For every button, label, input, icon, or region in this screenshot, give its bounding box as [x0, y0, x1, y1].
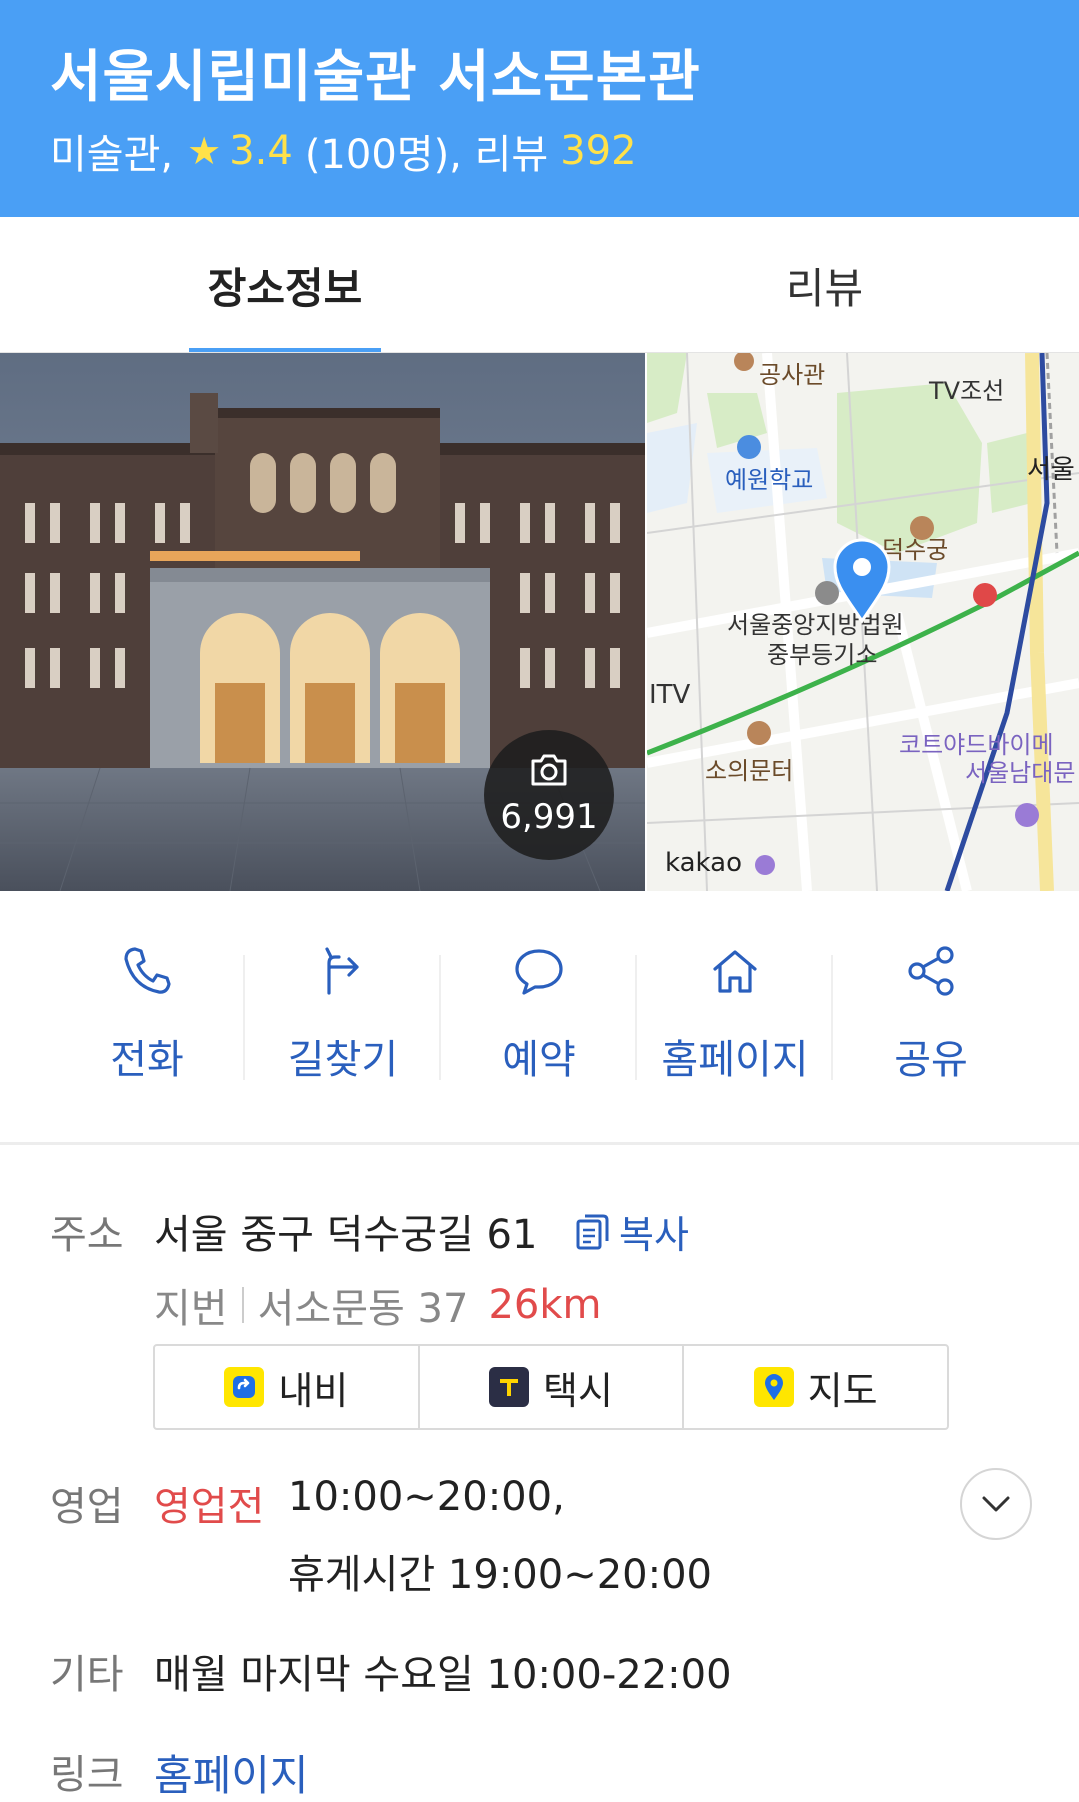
copy-address-button[interactable]: 복사 — [575, 1204, 689, 1259]
place-category: 미술관, — [50, 132, 174, 178]
hours-time: 10:00~20:00, — [288, 1474, 565, 1520]
call-label: 전화 — [110, 1037, 184, 1083]
share-button[interactable]: 공유 — [833, 941, 1029, 1101]
jibun-row: 지번 서소문동 37 26km — [154, 1276, 601, 1334]
map-pin-icon — [753, 1367, 794, 1407]
svg-text:예원학교: 예원학교 — [725, 466, 813, 494]
action-divider — [831, 955, 833, 1080]
svg-text:ITV: ITV — [649, 680, 691, 710]
chevron-down-icon — [982, 1496, 1010, 1512]
action-bar: 전화 길찾기 예약 홈페이지 공유 — [0, 891, 1079, 1143]
star-icon: ★ — [187, 129, 222, 173]
directions-label: 길찾기 — [287, 1037, 399, 1083]
svg-text:kakao: kakao — [665, 848, 742, 878]
address-label: 주소 — [50, 1212, 124, 1258]
chat-bubble-icon — [509, 941, 569, 1001]
action-divider — [243, 955, 245, 1080]
map-label: 지도 — [807, 1368, 878, 1413]
camera-icon — [531, 754, 567, 786]
svg-text:서울남대문: 서울남대문 — [965, 759, 1075, 787]
tab-bar: 장소정보 리뷰 — [0, 217, 1079, 353]
home-icon — [705, 941, 765, 1001]
share-icon — [901, 941, 961, 1001]
link-label: 링크 — [50, 1752, 124, 1798]
tab-place-info[interactable]: 장소정보 — [0, 217, 570, 353]
etc-text: 매월 마지막 수요일 10:00-22:00 — [154, 1652, 732, 1698]
hours-status: 영업전 — [154, 1484, 265, 1530]
place-photo[interactable]: 6,991 — [0, 353, 645, 891]
tab-reviews[interactable]: 리뷰 — [570, 217, 1079, 353]
svg-text:중부등기소: 중부등기소 — [767, 641, 877, 669]
section-divider — [0, 1142, 1079, 1145]
navi-label: 내비 — [278, 1368, 349, 1413]
directions-button[interactable]: 길찾기 — [245, 941, 441, 1101]
distance: 26km — [488, 1282, 602, 1328]
rating-count: (100명), 리뷰 — [304, 132, 549, 178]
homepage-label: 홈페이지 — [661, 1037, 809, 1083]
place-header: 서울시립미술관 서소문본관 미술관, ★ 3.4 (100명), 리뷰 392 — [0, 0, 1079, 217]
taxi-label: 택시 — [543, 1368, 613, 1413]
taxi-button[interactable]: 택시 — [420, 1346, 685, 1428]
reservation-label: 예약 — [502, 1037, 576, 1083]
svg-text:TV조선: TV조선 — [928, 377, 1004, 405]
directions-icon — [313, 941, 373, 1001]
review-count-link[interactable]: 392 — [560, 128, 636, 174]
action-divider — [635, 955, 637, 1080]
photo-count-badge[interactable]: 6,991 — [484, 730, 614, 860]
route-button-group: 내비 택시 지도 — [153, 1344, 949, 1430]
place-summary: 미술관, ★ 3.4 (100명), 리뷰 392 — [50, 122, 637, 180]
taxi-icon — [489, 1367, 530, 1407]
photo-count: 6,991 — [500, 797, 598, 837]
call-button[interactable]: 전화 — [49, 941, 245, 1101]
expand-hours-button[interactable] — [960, 1468, 1032, 1540]
svg-text:덕수궁: 덕수궁 — [882, 536, 948, 564]
place-title: 서울시립미술관 서소문본관 — [50, 45, 701, 110]
homepage-button[interactable]: 홈페이지 — [637, 941, 833, 1101]
action-divider — [439, 955, 441, 1080]
copy-icon — [576, 1214, 609, 1249]
jibun-label: 지번 — [154, 1286, 228, 1332]
copy-label: 복사 — [619, 1213, 689, 1257]
svg-text:서울: 서울 — [1027, 455, 1075, 485]
address-text: 서울 중구 덕수궁길 61 — [154, 1212, 538, 1258]
map-button[interactable]: 지도 — [684, 1346, 947, 1428]
reservation-button[interactable]: 예약 — [441, 941, 637, 1101]
etc-label: 기타 — [50, 1652, 124, 1698]
rating-value: 3.4 — [229, 128, 293, 174]
hours-label: 영업 — [50, 1484, 124, 1530]
divider — [241, 1287, 244, 1323]
svg-text:공사관: 공사관 — [759, 361, 825, 389]
svg-text:코트야드바이메: 코트야드바이메 — [899, 731, 1054, 759]
homepage-link[interactable]: 홈페이지 — [154, 1742, 309, 1802]
break-time: 휴게시간 19:00~20:00 — [288, 1552, 712, 1598]
jibun-address: 서소문동 37 — [257, 1286, 469, 1332]
navi-button[interactable]: 내비 — [155, 1346, 420, 1428]
svg-text:서울중앙지방법원: 서울중앙지방법원 — [727, 611, 904, 639]
navi-icon — [224, 1367, 265, 1407]
phone-icon — [117, 941, 177, 1001]
share-label: 공유 — [894, 1037, 968, 1083]
location-map[interactable]: 공사관 TV조선 예원학교 서울 덕수궁 서울중앙지방법원 중부등기소 ITV … — [647, 353, 1079, 891]
map-graphic: 공사관 TV조선 예원학교 서울 덕수궁 서울중앙지방법원 중부등기소 ITV … — [647, 353, 1079, 891]
svg-text:소의문터: 소의문터 — [705, 757, 793, 785]
